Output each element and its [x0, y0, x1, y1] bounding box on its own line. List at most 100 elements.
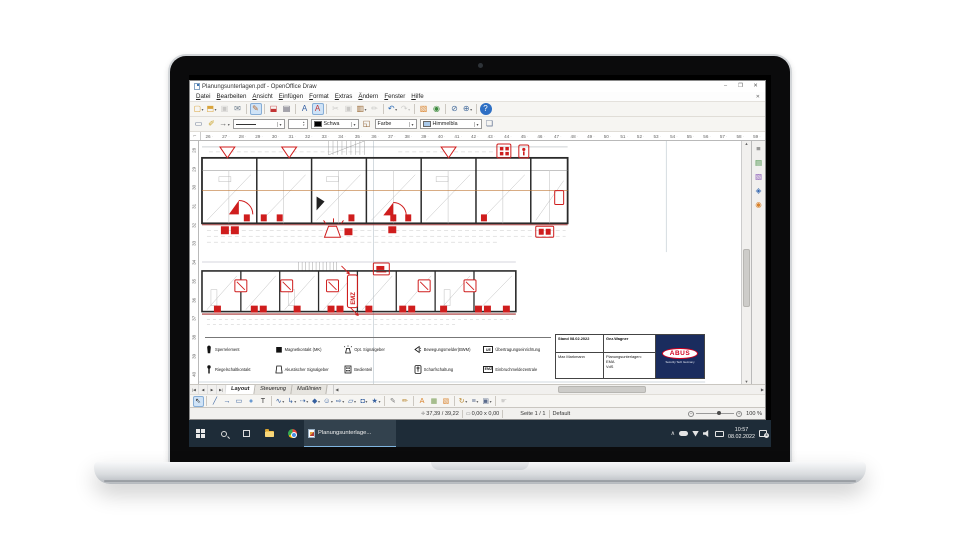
tab-maßlinien[interactable]: Maßlinien: [292, 385, 329, 394]
export-pdf-button[interactable]: ⬓: [268, 103, 280, 115]
menu-item-hilfe[interactable]: Hilfe: [408, 93, 426, 100]
line-style-select[interactable]: ▾: [233, 119, 285, 129]
shadow-button[interactable]: ❏: [484, 118, 496, 130]
insert-image-button[interactable]: ▦: [429, 396, 440, 407]
new-document-button[interactable]: ▢▾: [193, 103, 205, 115]
menu-item-fenster[interactable]: Fenster: [381, 93, 408, 100]
help-button[interactable]: ?: [480, 103, 492, 115]
menu-item-datei[interactable]: Datei: [193, 93, 213, 100]
tab-steuerung[interactable]: Steuerung: [255, 385, 293, 394]
zoom-thumb[interactable]: [717, 411, 721, 415]
vertical-ruler[interactable]: 28293031323334353637383940: [190, 141, 199, 384]
hidden-icons-icon[interactable]: ∧: [671, 430, 675, 437]
scroll-left-icon[interactable]: ◀: [335, 385, 338, 395]
hyperlink-button[interactable]: ◉: [431, 103, 443, 115]
page-style[interactable]: Default: [553, 411, 571, 417]
zoom-slider[interactable]: − +: [688, 411, 742, 417]
stars-button[interactable]: ★▾: [371, 396, 382, 407]
taskbar-file-explorer-button[interactable]: [258, 420, 281, 447]
previous-page-button[interactable]: ◀: [199, 385, 208, 394]
volume-icon[interactable]: [703, 430, 711, 437]
fontwork-button[interactable]: A: [417, 396, 428, 407]
taskbar-search-button[interactable]: [212, 420, 235, 447]
stepper-arrows-icon[interactable]: ▴▾: [303, 121, 305, 127]
print-button[interactable]: ▤: [281, 103, 293, 115]
zoom-track[interactable]: [696, 413, 734, 414]
onedrive-icon[interactable]: [679, 431, 688, 436]
taskbar-task-view-button[interactable]: [235, 420, 258, 447]
properties-button[interactable]: ▤: [753, 157, 764, 168]
area-fill-button[interactable]: ◱: [361, 118, 373, 130]
flowchart-button[interactable]: ▱▾: [347, 396, 358, 407]
gallery-deck-button[interactable]: ▧: [753, 171, 764, 182]
fill-color-select[interactable]: Himmelbla ▾: [420, 119, 482, 129]
basic-shapes-button[interactable]: ◆▾: [311, 396, 322, 407]
rotate-button[interactable]: ↻▾: [458, 396, 469, 407]
zoom-level[interactable]: 100 %: [746, 411, 762, 417]
tab-layout[interactable]: Layout: [225, 385, 256, 394]
ellipse-button[interactable]: ●: [246, 396, 257, 407]
horizontal-ruler[interactable]: 2627282930313233343536373839404142434445…: [201, 132, 765, 140]
line-button[interactable]: ╱: [210, 396, 221, 407]
first-page-button[interactable]: |◀: [190, 385, 199, 394]
horizontal-scrollbar[interactable]: ◀ ▶: [333, 385, 765, 394]
vertical-scrollbar[interactable]: ▲ ▼: [741, 141, 751, 384]
zoom-out-icon[interactable]: −: [688, 411, 694, 417]
glue-points-button[interactable]: ✏: [400, 396, 411, 407]
taskbar-app-planungsunterlagen[interactable]: Planungsunterlage...: [304, 420, 396, 447]
menu-item-bearbeiten[interactable]: Bearbeiten: [213, 93, 249, 100]
connector-button[interactable]: ↳▾: [287, 396, 298, 407]
block-arrows-button[interactable]: ⇨▾: [335, 396, 346, 407]
zoom-button[interactable]: ⊕▾: [462, 103, 474, 115]
menu-item-ändern[interactable]: Ändern: [355, 93, 381, 100]
fill-type-select[interactable]: Farbe ▾: [375, 119, 417, 129]
taskbar-start-button[interactable]: [189, 420, 212, 447]
next-page-button[interactable]: ▶: [208, 385, 217, 394]
menu-item-ansicht[interactable]: Ansicht: [249, 93, 275, 100]
zoom-previous-button[interactable]: ⊘: [449, 103, 461, 115]
taskbar-chrome-button[interactable]: [281, 420, 304, 447]
text-button[interactable]: T: [258, 396, 269, 407]
arrow-heads-button[interactable]: →▾: [219, 118, 231, 130]
action-center-icon[interactable]: 4: [759, 430, 767, 437]
help-deck-button[interactable]: ◉: [753, 199, 764, 210]
rectangle-button[interactable]: ▭: [234, 396, 245, 407]
arrange-button[interactable]: ▣▾: [482, 396, 493, 407]
line-arrow-end-button[interactable]: →: [222, 396, 233, 407]
line-color-select[interactable]: Schwa ▾: [311, 119, 359, 129]
scroll-right-icon[interactable]: ▶: [761, 385, 764, 395]
scroll-down-icon[interactable]: ▼: [742, 379, 751, 384]
styles-panel-button[interactable]: ▭: [193, 118, 205, 130]
symbol-shapes-button[interactable]: ☺▾: [323, 396, 334, 407]
horizontal-scroll-thumb[interactable]: [558, 386, 646, 393]
undo-button[interactable]: ↶▾: [387, 103, 399, 115]
menu-item-extras[interactable]: Extras: [332, 93, 356, 100]
edit-file-button[interactable]: ✎: [250, 103, 262, 115]
insert-gallery-button[interactable]: ▧: [441, 396, 452, 407]
taskbar-clock[interactable]: 10:57 08.02.2022: [728, 427, 755, 440]
menu-item-einfügen[interactable]: Einfügen: [276, 93, 306, 100]
sidebar-menu-button[interactable]: ≡: [753, 143, 764, 154]
menu-bar[interactable]: DateiBearbeitenAnsichtEinfügenFormatExtr…: [190, 92, 765, 102]
gallery-button[interactable]: ▧: [418, 103, 430, 115]
drawing-canvas[interactable]: EMZ: [199, 141, 741, 384]
minimize-button[interactable]: –: [718, 81, 733, 92]
lines-arrows-button[interactable]: ⇢▾: [299, 396, 310, 407]
vertical-scroll-thumb[interactable]: [743, 249, 750, 307]
line-width-stepper[interactable]: ▴▾: [288, 119, 308, 129]
email-button[interactable]: ✉: [232, 103, 244, 115]
touch-keyboard-icon[interactable]: [715, 431, 724, 437]
edit-points-button[interactable]: ✎: [388, 396, 399, 407]
navigator-button[interactable]: ◈: [753, 185, 764, 196]
open-document-button[interactable]: ⬒▾: [206, 103, 218, 115]
auto-spellcheck-button[interactable]: A: [312, 103, 324, 115]
line-tool-button[interactable]: ✐: [206, 118, 218, 130]
alignment-button[interactable]: ≡▾: [470, 396, 481, 407]
document-close-button[interactable]: ✕: [756, 94, 762, 100]
maximize-button[interactable]: ❐: [733, 81, 748, 92]
close-button[interactable]: ✕: [748, 81, 763, 92]
network-icon[interactable]: [692, 431, 699, 437]
select-button[interactable]: ⇖: [193, 396, 204, 407]
zoom-in-icon[interactable]: +: [736, 411, 742, 417]
paste-button[interactable]: ▥▾: [356, 103, 368, 115]
